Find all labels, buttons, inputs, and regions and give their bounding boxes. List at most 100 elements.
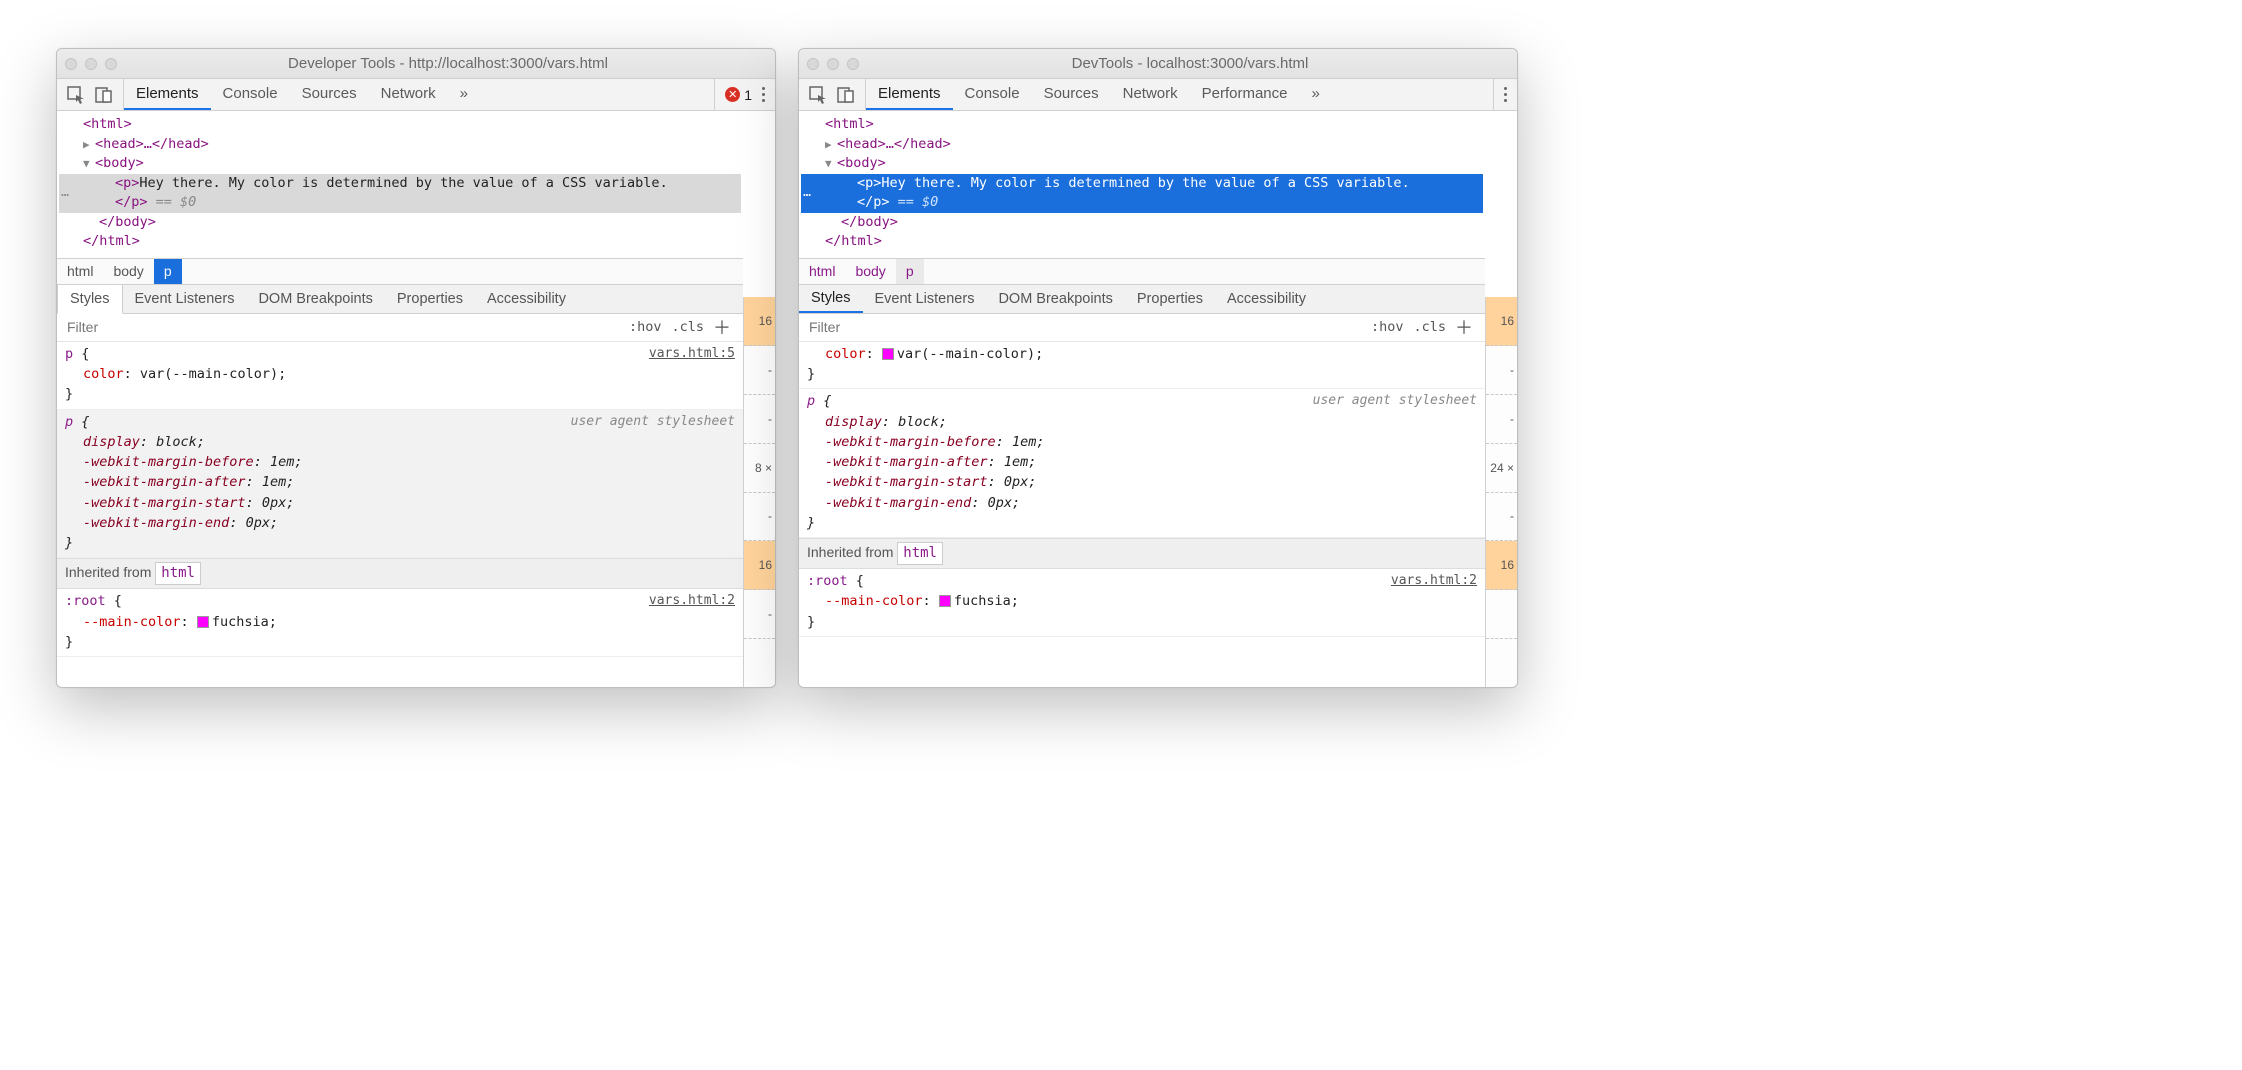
expand-icon[interactable]: ▶ [83,137,93,153]
crumb-p[interactable]: p [896,259,924,284]
subtab-styles[interactable]: Styles [57,285,123,314]
subtab-properties[interactable]: Properties [385,285,475,313]
expand-icon[interactable]: ▶ [825,137,835,153]
subtab-styles[interactable]: Styles [799,285,863,313]
html-close[interactable]: </html> [83,233,140,249]
html-open[interactable]: <html> [825,116,874,132]
rule-p-author-partial[interactable]: color: var(--main-color); } [799,342,1485,390]
main-toolbar: Elements Console Sources Network Perform… [799,79,1517,111]
rule-p-author[interactable]: vars.html:5 p { color: var(--main-color)… [57,342,743,410]
gutter-cell: - [744,493,775,542]
error-badge[interactable]: ✕ 1 [725,87,752,103]
inspect-icon[interactable] [809,86,827,104]
crumb-body[interactable]: body [103,259,153,284]
tab-sources[interactable]: Sources [1032,79,1111,110]
crumb-p[interactable]: p [154,259,182,284]
rule-p-ua[interactable]: user agent stylesheet p { display: block… [57,410,743,559]
dom-tree[interactable]: <html> ▶<head>…</head> ▼<body> … <p>Hey … [799,111,1485,258]
filter-input[interactable] [65,318,624,336]
subtab-listeners[interactable]: Event Listeners [123,285,247,313]
inherited-from-html: Inherited from html [799,538,1485,569]
tab-elements[interactable]: Elements [866,79,953,110]
gutter-cell: - [1486,346,1517,395]
crumb-body[interactable]: body [845,259,895,284]
gutter-cell: - [1486,493,1517,542]
gutter-cell [1486,639,1517,687]
inherited-tag[interactable]: html [897,542,943,565]
tab-elements[interactable]: Elements [124,79,211,110]
window-title: DevTools - localhost:3000/vars.html [871,55,1509,72]
rule-root[interactable]: vars.html:2 :root { --main-color: fuchsi… [799,569,1485,637]
subtab-a11y[interactable]: Accessibility [475,285,578,313]
gutter-cell: 24 × [1486,444,1517,493]
inherited-tag[interactable]: html [155,562,201,585]
zoom-icon[interactable] [847,58,859,70]
tabs-overflow[interactable]: » [1300,79,1332,110]
gutter-cell: - [744,590,775,639]
selected-p-node[interactable]: … <p>Hey there. My color is determined b… [801,174,1483,213]
crumb-html[interactable]: html [799,259,845,284]
add-rule-button[interactable]: ＋ [1451,314,1477,340]
titlebar: DevTools - localhost:3000/vars.html [799,49,1517,79]
inherited-from-html: Inherited from html [57,558,743,589]
body-close[interactable]: </body> [99,214,156,230]
error-icon: ✕ [725,87,740,102]
inspect-icon[interactable] [67,86,85,104]
tabs-overflow[interactable]: » [448,79,480,110]
menu-icon[interactable] [1504,87,1507,102]
gutter-cell [744,639,775,687]
html-close[interactable]: </html> [825,233,882,249]
color-swatch-icon[interactable] [882,348,894,360]
gutter-cell: - [744,346,775,395]
device-toggle-icon[interactable] [95,86,113,104]
color-swatch-icon[interactable] [197,616,209,628]
hov-toggle[interactable]: :hov [624,319,667,335]
rule-source-link[interactable]: vars.html:2 [649,591,735,611]
rule-p-ua[interactable]: user agent stylesheet p { display: block… [799,389,1485,538]
tab-network[interactable]: Network [369,79,448,110]
gutter-cell: 16 [744,297,775,346]
tab-sources[interactable]: Sources [290,79,369,110]
head-node[interactable]: <head>…</head> [95,136,209,152]
zoom-icon[interactable] [105,58,117,70]
gutter-cell [1486,590,1517,639]
body-open[interactable]: <body> [837,155,886,171]
head-node[interactable]: <head>…</head> [837,136,951,152]
subtab-properties[interactable]: Properties [1125,285,1215,313]
panel-tabs: Elements Console Sources Network Perform… [866,79,1493,110]
tab-network[interactable]: Network [1111,79,1190,110]
filter-input[interactable] [807,318,1366,336]
subtab-dom-bp[interactable]: DOM Breakpoints [246,285,384,313]
rule-source-link[interactable]: vars.html:5 [649,344,735,364]
tab-console[interactable]: Console [211,79,290,110]
menu-icon[interactable] [762,87,765,102]
tab-console[interactable]: Console [953,79,1032,110]
filter-bar: :hov .cls ＋ [57,314,743,342]
minimize-icon[interactable] [85,58,97,70]
hov-toggle[interactable]: :hov [1366,319,1409,335]
cls-toggle[interactable]: .cls [666,319,709,335]
rule-source-link[interactable]: vars.html:2 [1391,571,1477,591]
collapse-icon[interactable]: ▼ [825,156,835,172]
minimize-icon[interactable] [827,58,839,70]
rule-root[interactable]: vars.html:2 :root { --main-color: fuchsi… [57,589,743,657]
body-close[interactable]: </body> [841,214,898,230]
body-open[interactable]: <body> [95,155,144,171]
html-open[interactable]: <html> [83,116,132,132]
subtab-a11y[interactable]: Accessibility [1215,285,1318,313]
dom-tree[interactable]: <html> ▶<head>…</head> ▼<body> … <p>Hey … [57,111,743,258]
crumb-html[interactable]: html [57,259,103,284]
close-icon[interactable] [807,58,819,70]
styles-subtabs: Styles Event Listeners DOM Breakpoints P… [799,284,1485,314]
subtab-listeners[interactable]: Event Listeners [863,285,987,313]
cls-toggle[interactable]: .cls [1408,319,1451,335]
close-icon[interactable] [65,58,77,70]
selected-p-node[interactable]: … <p>Hey there. My color is determined b… [59,174,741,213]
subtab-dom-bp[interactable]: DOM Breakpoints [986,285,1124,313]
tab-performance[interactable]: Performance [1190,79,1300,110]
add-rule-button[interactable]: ＋ [709,314,735,340]
gutter-cell: - [744,395,775,444]
color-swatch-icon[interactable] [939,595,951,607]
collapse-icon[interactable]: ▼ [83,156,93,172]
device-toggle-icon[interactable] [837,86,855,104]
